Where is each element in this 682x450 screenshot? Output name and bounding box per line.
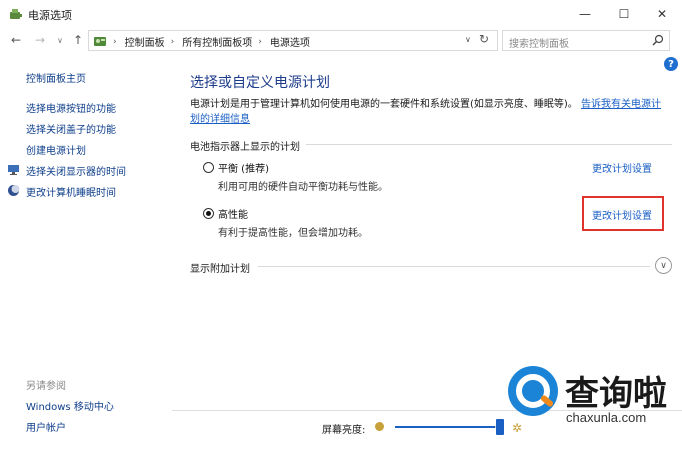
- section-divider: [306, 144, 672, 145]
- control-panel-icon: [94, 37, 106, 46]
- sidebar-item-create-plan[interactable]: 创建电源计划: [26, 142, 86, 157]
- breadcrumb-separator: ›: [170, 36, 175, 47]
- show-additional-plans-label[interactable]: 显示附加计划: [190, 260, 250, 275]
- address-bar[interactable]: › 控制面板 › 所有控制面板项 › 电源选项 ∨ ↻: [88, 30, 498, 51]
- sidebar-item-user-accounts[interactable]: 用户帐户: [26, 419, 66, 434]
- description-text: 电源计划是用于管理计算机如何使用电源的一套硬件和系统设置(如显示亮度、睡眠等)。: [190, 99, 578, 110]
- address-dropdown-icon[interactable]: ∨: [465, 35, 471, 44]
- forward-button[interactable]: →: [32, 32, 48, 48]
- title-bar: 电源选项 — ☐ ✕: [0, 0, 682, 28]
- search-input[interactable]: 搜索控制面板: [502, 30, 670, 51]
- see-also-heading: 另请参阅: [26, 381, 66, 392]
- brightness-slider[interactable]: [395, 426, 503, 428]
- search-icon[interactable]: [652, 34, 664, 46]
- expand-chevron-icon[interactable]: ∨: [655, 257, 672, 274]
- breadcrumb-separator: ›: [113, 36, 117, 47]
- recent-locations-button[interactable]: ∨: [52, 32, 68, 48]
- brightness-slider-thumb[interactable]: [496, 419, 504, 435]
- balanced-plan-description: 利用可用的硬件自动平衡功耗与性能。: [218, 182, 388, 193]
- sidebar-item-display-off[interactable]: 选择关闭显示器的时间: [26, 163, 126, 178]
- page-title: 选择或自定义电源计划: [190, 75, 330, 91]
- sidebar-item-control-panel-home[interactable]: 控制面板主页: [26, 70, 86, 85]
- high-performance-plan-description: 有利于提高性能，但会增加功耗。: [218, 228, 368, 239]
- brightness-slider-fill: [395, 426, 496, 428]
- sidebar-item-lid-close[interactable]: 选择关闭盖子的功能: [26, 121, 116, 136]
- sidebar-item-mobility-center[interactable]: Windows 移动中心: [26, 398, 114, 413]
- back-button[interactable]: ←: [8, 32, 24, 48]
- bright-sun-icon: ✲: [512, 421, 523, 435]
- power-options-app-icon: [10, 9, 22, 19]
- search-placeholder: 搜索控制面板: [509, 39, 569, 50]
- refresh-icon[interactable]: ↻: [479, 32, 489, 46]
- expand-divider: [258, 266, 650, 267]
- section-label: 电池指示器上显示的计划: [190, 142, 300, 153]
- window-title: 电源选项: [28, 9, 72, 22]
- close-button[interactable]: ✕: [640, 0, 682, 28]
- balanced-plan-name[interactable]: 平衡 (推荐): [218, 160, 269, 175]
- balanced-plan-radio[interactable]: [203, 162, 214, 173]
- breadcrumb-separator: ›: [258, 36, 262, 47]
- brightness-label: 屏幕亮度:: [322, 425, 366, 436]
- help-icon[interactable]: ?: [664, 57, 678, 71]
- sidebar-item-sleep-time[interactable]: 更改计算机睡眠时间: [26, 184, 116, 199]
- page-description: 电源计划是用于管理计算机如何使用电源的一套硬件和系统设置(如显示亮度、睡眠等)。…: [190, 97, 668, 127]
- up-button[interactable]: ↑: [70, 32, 86, 48]
- dim-sun-icon: [375, 422, 384, 431]
- breadcrumb-all-items[interactable]: 所有控制面板项: [182, 34, 252, 49]
- balanced-change-settings-link[interactable]: 更改计划设置: [592, 160, 652, 175]
- display-icon: [8, 165, 19, 175]
- high-performance-plan-name[interactable]: 高性能: [218, 206, 248, 221]
- watermark-text: 查询啦: [565, 374, 667, 414]
- high-performance-plan-radio[interactable]: [203, 208, 214, 219]
- breadcrumb-power-options[interactable]: 电源选项: [270, 34, 310, 49]
- highlight-box: [582, 196, 664, 231]
- sleep-moon-icon: [8, 185, 20, 196]
- breadcrumb-control-panel[interactable]: 控制面板: [125, 34, 165, 49]
- sidebar-item-power-button[interactable]: 选择电源按钮的功能: [26, 100, 116, 115]
- breadcrumb: › 控制面板 › 所有控制面板项 › 电源选项: [111, 34, 310, 50]
- navigation-bar: ← → ∨ ↑ › 控制面板 › 所有控制面板项 › 电源选项 ∨ ↻ 搜索控制…: [0, 28, 682, 54]
- watermark-domain: chaxunla.com: [566, 410, 647, 425]
- minimize-button[interactable]: —: [563, 0, 607, 28]
